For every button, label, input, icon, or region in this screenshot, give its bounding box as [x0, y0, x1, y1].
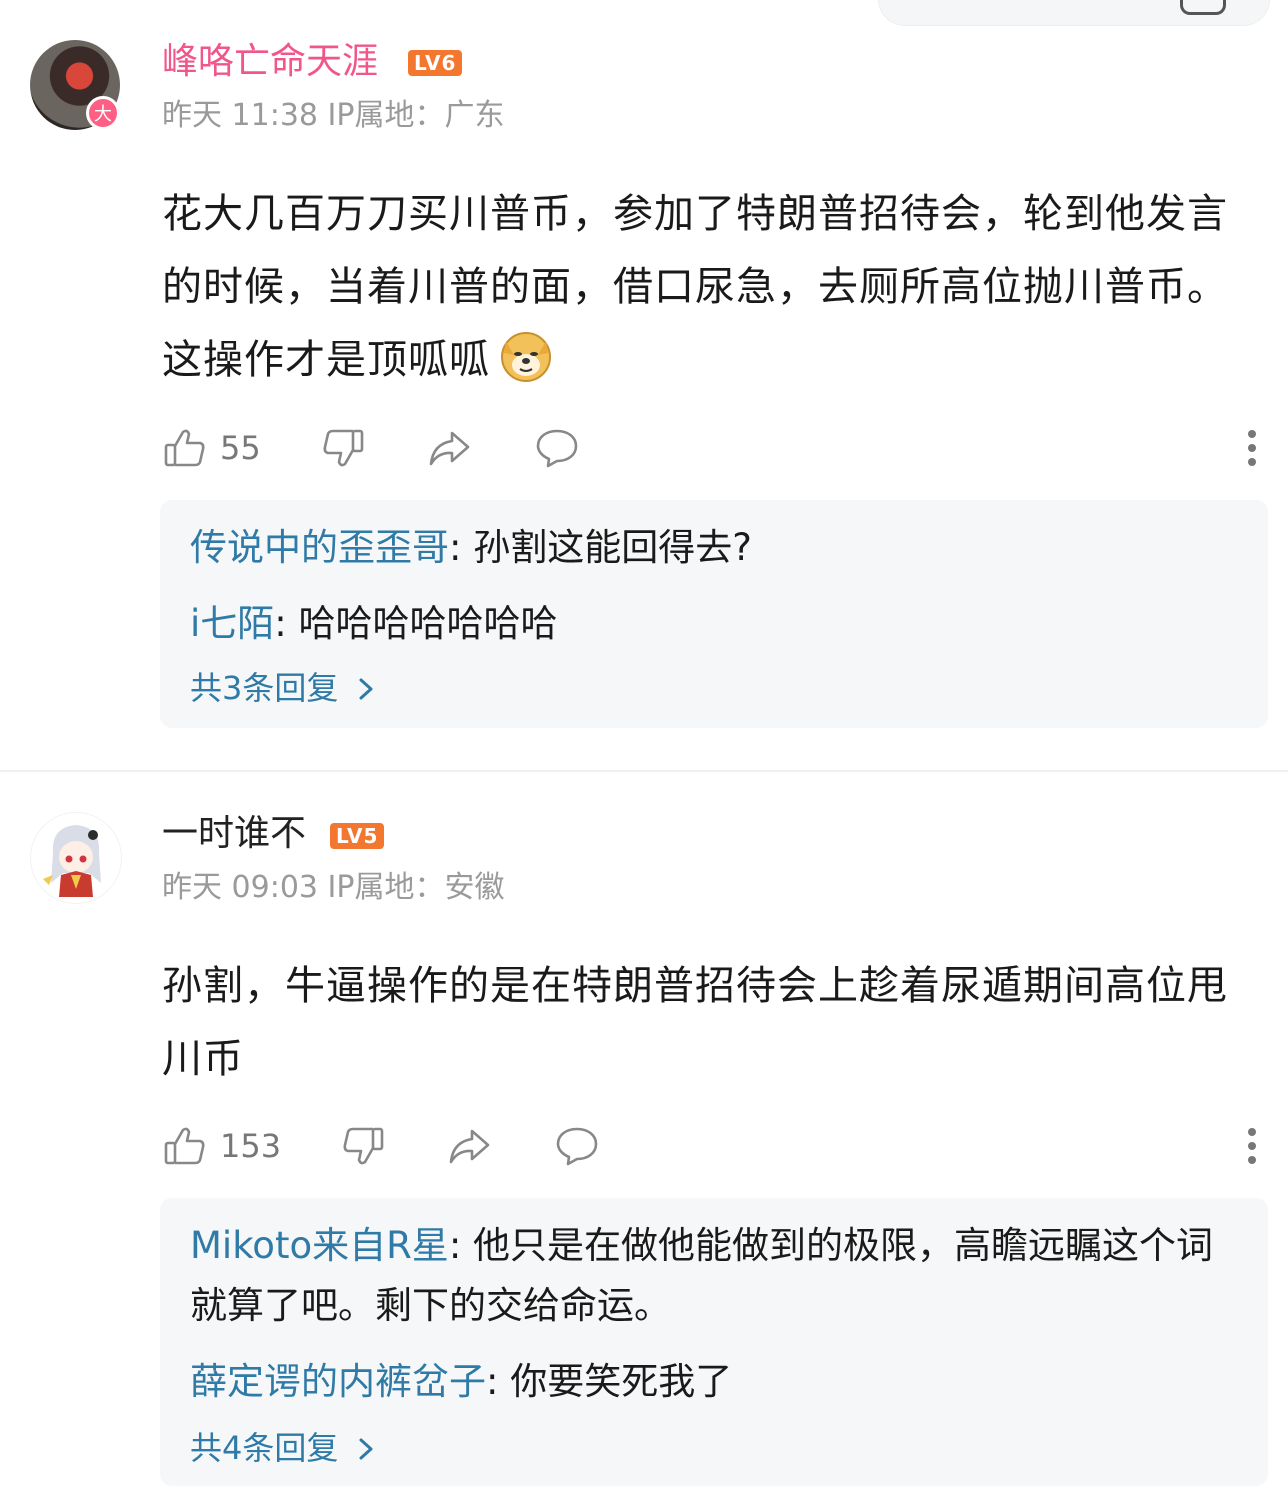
thumbs-up-icon — [164, 429, 205, 467]
reply-preview-box[interactable]: Mikoto来自R星: 他只是在做他能做到的极限，高瞻远瞩这个词就算了吧。剩下的… — [160, 1198, 1268, 1486]
reply-item[interactable]: 传说中的歪歪哥: 孙割这能回得去? — [190, 518, 1240, 578]
view-all-replies-link[interactable]: 共3条回复 — [190, 668, 377, 708]
share-icon — [449, 1129, 490, 1164]
more-options-button[interactable] — [1242, 424, 1262, 472]
reply-separator: : — [274, 602, 299, 645]
comment-text-content: 花大几百万刀买川普币，参加了特朗普招待会，轮到他发言的时候，当着川普的面，借口尿… — [162, 191, 1228, 383]
reply-text: 哈哈哈哈哈哈哈 — [298, 602, 558, 645]
reply-author[interactable]: 传说中的歪歪哥 — [190, 526, 449, 569]
reply-item[interactable]: Mikoto来自R星: 他只是在做他能做到的极限，高瞻远瞩这个词就算了吧。剩下的… — [190, 1216, 1240, 1336]
edit-icon[interactable] — [1180, 0, 1226, 15]
reply-preview-box[interactable]: 传说中的歪歪哥: 孙割这能回得去? i七陌: 哈哈哈哈哈哈哈 共3条回复 — [160, 500, 1268, 728]
level-badge: LV5 — [330, 823, 385, 849]
ip-location: IP属地：广东 — [327, 98, 505, 133]
reply-author[interactable]: 薛定谔的内裤岔子 — [190, 1360, 486, 1403]
comment-bubble-icon — [556, 1127, 598, 1166]
divider — [0, 770, 1288, 772]
comment-time: 昨天 09:03 — [162, 870, 318, 905]
reply-button[interactable] — [534, 424, 580, 472]
reply-text: 孙割这能回得去? — [473, 526, 752, 569]
like-count: 153 — [220, 1127, 282, 1165]
username[interactable]: 峰咯亡命天涯 — [162, 40, 378, 84]
dislike-button[interactable] — [340, 1122, 386, 1170]
reply-separator: : — [486, 1360, 511, 1403]
avatar[interactable] — [30, 812, 122, 904]
reply-item[interactable]: 薛定谔的内裤岔子: 你要笑死我了 — [190, 1352, 1240, 1412]
doge-icon — [501, 332, 551, 382]
thumbs-down-icon — [323, 429, 364, 467]
like-count: 55 — [220, 429, 261, 467]
share-button[interactable] — [446, 1122, 492, 1170]
anime-avatar-icon — [43, 825, 101, 897]
reply-item[interactable]: i七陌: 哈哈哈哈哈哈哈 — [190, 594, 1240, 654]
more-options-button[interactable] — [1242, 1122, 1262, 1170]
username[interactable]: 一时谁不 — [162, 812, 306, 856]
share-button[interactable] — [426, 424, 472, 472]
level-badge: LV6 — [408, 50, 463, 76]
thumbs-down-icon — [343, 1127, 384, 1165]
thumbs-up-icon — [164, 1127, 205, 1165]
action-bar: 153 — [162, 1122, 1262, 1170]
comment-meta: 昨天 11:38 IP属地：广东 — [162, 96, 505, 136]
more-replies-label: 共3条回复 — [190, 669, 339, 707]
comment-text: 孙割，牛逼操作的是在特朗普招待会上趁着尿遁期间高位甩川币 — [162, 950, 1242, 1096]
dislike-button[interactable] — [320, 424, 366, 472]
share-icon — [429, 431, 470, 466]
chevron-right-icon — [359, 1438, 373, 1460]
chevron-right-icon — [359, 678, 373, 700]
top-strip — [0, 0, 1288, 26]
comment-meta: 昨天 09:03 IP属地：安徽 — [162, 868, 505, 908]
comment-text-content: 孙割，牛逼操作的是在特朗普招待会上趁着尿遁期间高位甩川币 — [162, 963, 1228, 1082]
reply-text: 你要笑死我了 — [510, 1360, 733, 1403]
reply-author[interactable]: i七陌 — [190, 602, 274, 645]
like-button[interactable]: 153 — [162, 1122, 281, 1170]
comment-time: 昨天 11:38 — [162, 98, 318, 133]
reply-button[interactable] — [554, 1122, 600, 1170]
like-button[interactable]: 55 — [162, 424, 261, 472]
reply-separator: : — [448, 1224, 474, 1267]
view-all-replies-link[interactable]: 共4条回复 — [190, 1428, 377, 1468]
action-bar: 55 — [162, 424, 1262, 472]
comment-text: 花大几百万刀买川普币，参加了特朗普招待会，轮到他发言的时候，当着川普的面，借口尿… — [162, 178, 1242, 397]
comment-bubble-icon — [536, 429, 578, 468]
ip-location: IP属地：安徽 — [327, 870, 505, 905]
vip-badge: 大 — [86, 96, 120, 130]
reply-author[interactable]: Mikoto来自R星 — [190, 1224, 449, 1267]
reply-separator: : — [449, 526, 474, 569]
more-replies-label: 共4条回复 — [190, 1429, 339, 1467]
